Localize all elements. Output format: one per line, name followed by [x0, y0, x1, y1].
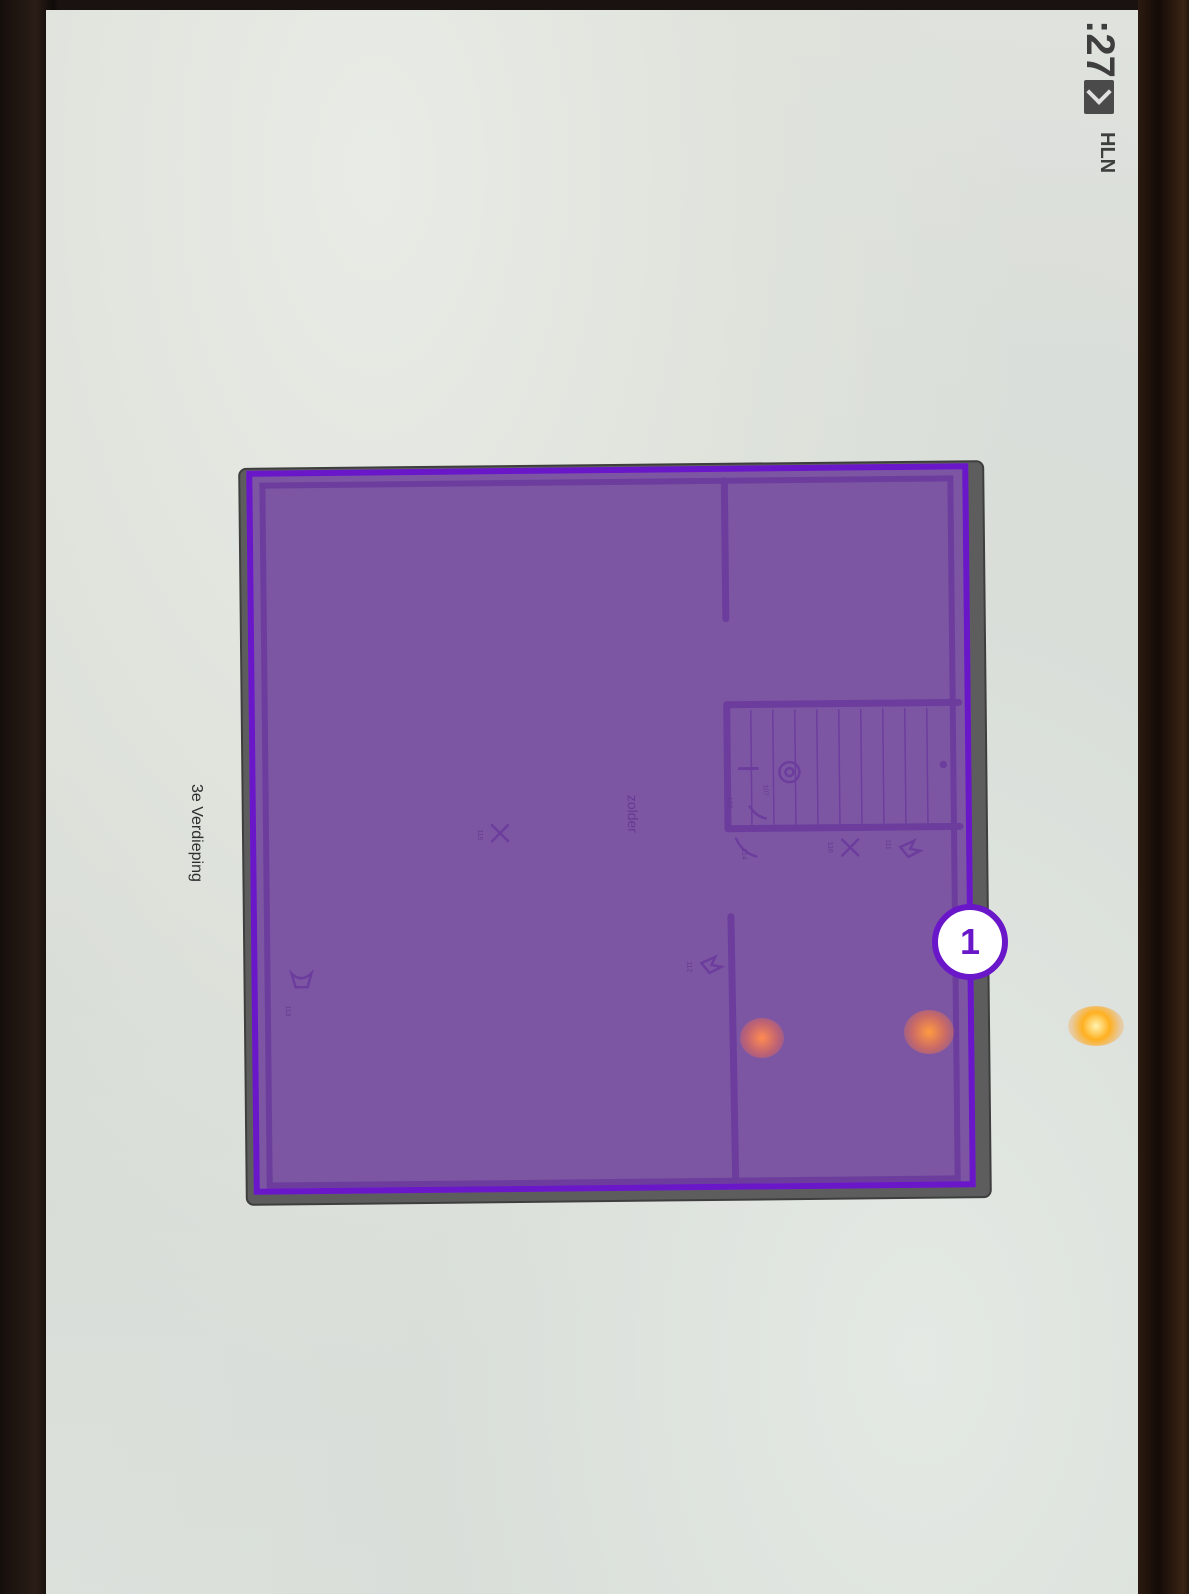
light-glare [740, 1018, 784, 1058]
light-glare [904, 1010, 954, 1054]
light-glare [1068, 1006, 1124, 1046]
annotation-badge[interactable]: 1 [932, 904, 1008, 980]
highlight-region[interactable] [246, 463, 976, 1195]
